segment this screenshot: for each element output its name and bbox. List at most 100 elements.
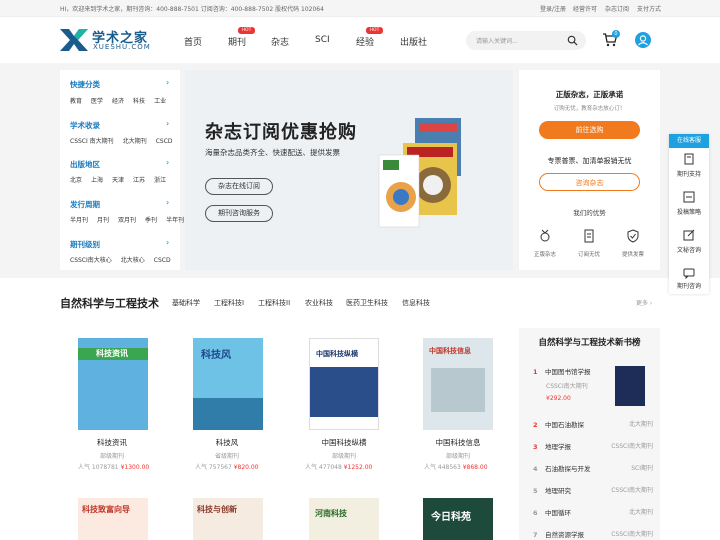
rank-item[interactable]: 7 自然资源学报 CSSCI南大期刊 <box>533 529 653 539</box>
category-link[interactable]: 季刊 <box>145 217 157 224</box>
subscribe-link[interactable]: 杂志订阅 <box>605 4 629 13</box>
nav-home[interactable]: 首页 <box>184 35 202 48</box>
category-link[interactable]: 半月刊 <box>70 217 88 224</box>
section-tab[interactable]: 农业科技 <box>305 298 333 308</box>
nav-experience[interactable]: 经验 <box>356 35 374 48</box>
search-input[interactable]: 请输入关键词... <box>476 36 518 45</box>
category-link[interactable]: 教育 <box>70 98 82 105</box>
chevron-right-icon[interactable]: › <box>166 198 169 207</box>
chevron-right-icon[interactable]: › <box>166 238 169 247</box>
category-link[interactable]: 北大期刊 <box>123 138 147 145</box>
nav-journals[interactable]: 期刊 <box>228 35 246 48</box>
rank-tag: CSSCI南大期刊 <box>546 383 588 390</box>
advantage-label: 正版杂志 <box>533 252 556 258</box>
category-link[interactable]: CSCD <box>156 138 173 145</box>
invoice-text: 专票普票、加清单报销无忧 <box>547 157 632 165</box>
book-name[interactable]: 科技资讯 <box>57 437 167 448</box>
user-icon <box>638 35 648 46</box>
more-link[interactable]: 更多 › <box>636 298 652 307</box>
promise-panel: 正版杂志，正版承诺 订购无忧，教育杂志放心订！ 前往选购 专票普票、加清单报销无… <box>519 70 660 270</box>
logo-icon[interactable] <box>60 29 88 51</box>
search-icon[interactable] <box>567 35 578 46</box>
journal-consult-button[interactable]: 期刊咨询服务 <box>205 205 273 222</box>
nav-sci[interactable]: SCI <box>315 35 330 45</box>
category-link[interactable]: 北大核心 <box>121 257 145 264</box>
consult-magazine-button[interactable]: 咨询杂志 <box>539 173 640 191</box>
subscribe-online-button[interactable]: 杂志在线订阅 <box>205 178 273 195</box>
payment-link[interactable]: 支付方式 <box>637 4 661 13</box>
promo-banner[interactable]: 杂志订阅优惠抢购 海量杂志品类齐全、快速配送、提供发票 杂志在线订阅 期刊咨询服… <box>185 70 513 270</box>
cover-title: 科技资讯 <box>96 349 128 358</box>
shop-now-button[interactable]: 前往选购 <box>539 121 640 139</box>
chevron-right-icon[interactable]: › <box>166 158 169 167</box>
book-cover[interactable]: 今日科苑 <box>423 498 493 540</box>
book-popularity: 人气 1078781 ¥1300.00 <box>78 464 150 471</box>
category-link[interactable]: 科技 <box>133 98 145 105</box>
strategy-icon[interactable] <box>683 191 695 203</box>
journal-support-icon[interactable] <box>683 153 695 165</box>
category-title[interactable]: 出版地区 <box>70 159 100 170</box>
category-link[interactable]: 上海 <box>91 177 103 184</box>
chat-icon[interactable] <box>683 267 695 279</box>
category-link[interactable]: 月刊 <box>97 217 109 224</box>
section-tab[interactable]: 基础科学 <box>172 298 200 308</box>
book-cover[interactable]: 科技资讯 <box>78 338 148 430</box>
search-box[interactable]: 请输入关键词... <box>466 31 586 50</box>
category-link[interactable]: 江苏 <box>133 177 145 184</box>
category-title[interactable]: 快捷分类 <box>70 79 100 90</box>
book-price: ¥868.00 <box>462 464 488 471</box>
edit-icon[interactable] <box>683 229 695 241</box>
book-cover[interactable]: 科技风 <box>193 338 263 430</box>
category-link[interactable]: 浙江 <box>154 177 166 184</box>
user-avatar[interactable] <box>635 32 651 48</box>
book-name[interactable]: 中国科技信息 <box>403 437 513 448</box>
category-link[interactable]: CSCD <box>154 257 171 264</box>
category-link[interactable]: 双月刊 <box>118 217 136 224</box>
book-cover[interactable]: 河南科技 <box>309 498 379 540</box>
category-title[interactable]: 期刊级别 <box>70 239 100 250</box>
nav-magazines[interactable]: 杂志 <box>271 35 289 48</box>
nav-publishers[interactable]: 出版社 <box>400 35 427 48</box>
book-cover[interactable]: 科技致富向导 <box>78 498 148 540</box>
book-cover[interactable]: 中国科技纵横 <box>309 338 379 430</box>
rank-item[interactable]: 2 中国石油勘探 北大期刊 <box>533 419 653 429</box>
book-popularity: 人气 477048 ¥1252.00 <box>305 464 373 471</box>
section-tab[interactable]: 工程科技II <box>258 298 290 308</box>
login-link[interactable]: 登录/注册 <box>540 4 566 13</box>
category-link[interactable]: 半年刊 <box>166 217 184 224</box>
book-name[interactable]: 中国科技纵横 <box>289 437 399 448</box>
rank-item[interactable]: 3 地理学报 CSSCI南大期刊 <box>533 441 653 451</box>
cover-title: 科技风 <box>201 350 231 361</box>
category-link[interactable]: 工业 <box>154 98 166 105</box>
book-cover[interactable]: 科技与创新 <box>193 498 263 540</box>
category-link[interactable]: 北京 <box>70 177 82 184</box>
online-service-header[interactable]: 在线客服 <box>669 134 709 148</box>
float-item[interactable]: 投稿策略 <box>669 207 709 216</box>
category-link[interactable]: CSSCI南大核心 <box>70 257 112 264</box>
license-link[interactable]: 经营许可 <box>573 4 597 13</box>
category-link[interactable]: 天津 <box>112 177 124 184</box>
book-name[interactable]: 科技风 <box>172 437 282 448</box>
float-item[interactable]: 期刊支持 <box>669 169 709 178</box>
chevron-right-icon[interactable]: › <box>166 78 169 87</box>
rank-item[interactable]: 6 中国循环 北大期刊 <box>533 507 653 517</box>
float-item[interactable]: 期刊咨询 <box>669 281 709 290</box>
rank-book-cover[interactable] <box>615 366 645 406</box>
category-link[interactable]: 医学 <box>91 98 103 105</box>
category-title[interactable]: 发行周期 <box>70 199 100 210</box>
section-tab[interactable]: 医药卫生科技 <box>346 298 388 308</box>
float-item[interactable]: 文秘咨询 <box>669 245 709 254</box>
rank-item[interactable]: 4 石油勘探与开发 SCI期刊 <box>533 463 653 473</box>
category-link[interactable]: CSSCI 南大期刊 <box>70 138 114 145</box>
section-title: 自然科学与工程技术 <box>60 297 159 310</box>
new-book-ranking: 自然科学与工程技术新书榜 1 中国图书馆学报 CSSCI南大期刊 ¥292.00 … <box>519 328 660 540</box>
category-link[interactable]: 经济 <box>112 98 124 105</box>
book-cover[interactable]: 中国科技信息 <box>423 338 493 430</box>
chevron-right-icon[interactable]: › <box>166 119 169 128</box>
category-title[interactable]: 学术收录 <box>70 120 100 131</box>
banner-title: 杂志订阅优惠抢购 <box>205 122 357 143</box>
rank-item[interactable]: 5 地理研究 CSSCI南大期刊 <box>533 485 653 495</box>
cover-title: 今日科苑 <box>431 512 471 523</box>
section-tab[interactable]: 工程科技I <box>214 298 244 308</box>
section-tab[interactable]: 信息科技 <box>402 298 430 308</box>
